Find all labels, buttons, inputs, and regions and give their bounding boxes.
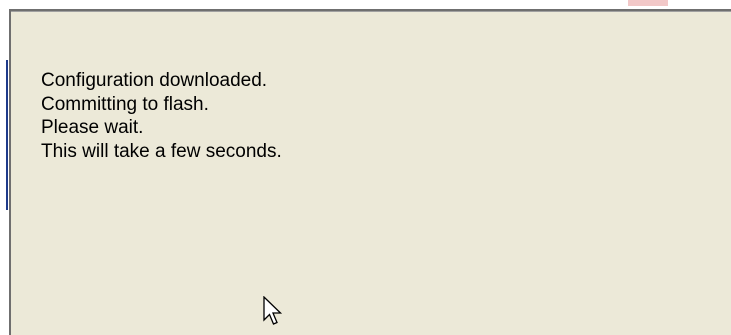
screen: Configuration downloaded. Committing to … — [0, 0, 731, 335]
message-line-configuration-downloaded: Configuration downloaded. — [41, 70, 268, 91]
background-window-edge — [6, 60, 8, 210]
background-window-fragment — [628, 0, 668, 6]
arrow-pointer-icon — [263, 296, 283, 325]
message-line-please-wait: Please wait. — [41, 117, 144, 138]
status-dialog: Configuration downloaded. Committing to … — [9, 9, 731, 335]
status-message: Configuration downloaded. Committing to … — [41, 69, 282, 163]
message-line-few-seconds: This will take a few seconds. — [41, 140, 282, 162]
message-line-committing-to-flash: Committing to flash. — [41, 93, 209, 115]
